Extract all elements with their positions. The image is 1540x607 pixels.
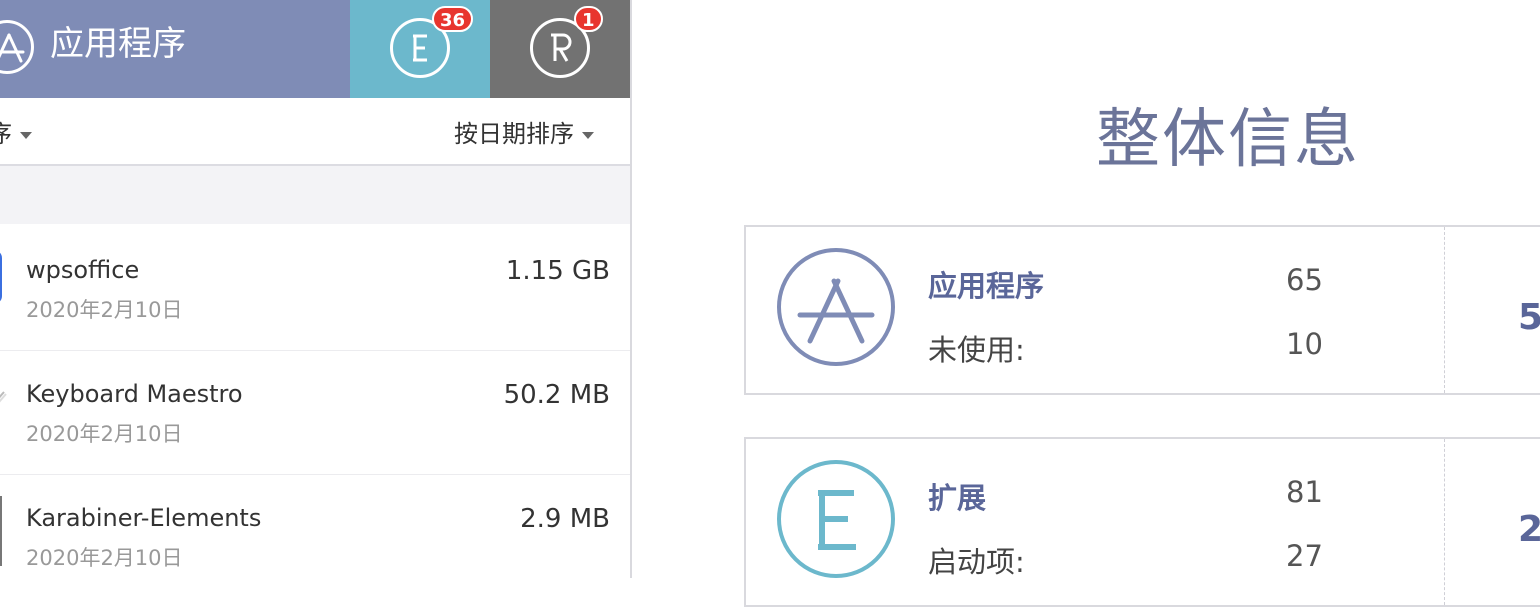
- list-item[interactable]: Keyboard Maestro 2020年2月10日 50.2 MB: [0, 350, 630, 475]
- karabiner-app-icon: [0, 496, 2, 566]
- extensions-label: 扩展: [928, 481, 987, 515]
- applications-label: 应用程序: [928, 269, 1045, 303]
- list-item[interactable]: wpsoffice 2020年2月10日 1.15 GB: [0, 226, 630, 351]
- extensions-count: 81: [1286, 475, 1323, 509]
- sort-by-name-dropdown[interactable]: 序: [0, 114, 32, 149]
- keyboard-maestro-app-icon: [0, 386, 8, 426]
- category-tab-bar: 应用程序 36 1: [0, 0, 630, 98]
- sort-by-date-label: 按日期排序: [454, 120, 574, 148]
- tab-applications[interactable]: 应用程序: [0, 0, 350, 98]
- applications-total-size: 58.: [1518, 297, 1540, 338]
- overview-title: 整体信息: [1096, 103, 1360, 177]
- app-size: 2.9 MB: [520, 504, 610, 534]
- sort-by-date-dropdown[interactable]: 按日期排序: [454, 114, 594, 149]
- remains-count-badge: 1: [574, 6, 603, 32]
- panel-divider: [630, 0, 632, 578]
- wpsoffice-app-icon: [0, 250, 2, 304]
- extensions-summary-card: 扩展 81 启动项: 27 291: [744, 437, 1540, 607]
- app-name: Karabiner-Elements: [26, 504, 262, 532]
- app-size: 1.15 GB: [505, 256, 610, 286]
- app-name: Keyboard Maestro: [26, 380, 243, 408]
- tab-applications-label: 应用程序: [50, 24, 186, 64]
- chevron-down-icon: [582, 131, 594, 139]
- list-item[interactable]: Karabiner-Elements 2020年2月10日 2.9 MB: [0, 474, 630, 578]
- app-date: 2020年2月10日: [26, 422, 183, 446]
- unused-count: 10: [1286, 327, 1323, 361]
- chevron-down-icon: [20, 131, 32, 139]
- extensions-count-badge: 36: [432, 6, 474, 32]
- startup-items-label: 启动项:: [928, 545, 1025, 579]
- applications-count: 65: [1286, 263, 1323, 297]
- sort-bar: 序 按日期排序: [0, 98, 630, 166]
- applications-summary-card: 应用程序 65 未使用: 10 58.: [744, 225, 1540, 395]
- sort-by-name-label: 序: [0, 120, 12, 148]
- tab-remains[interactable]: 1: [490, 0, 630, 98]
- tab-extensions[interactable]: 36: [350, 0, 490, 98]
- group-header: [0, 166, 630, 224]
- app-size: 50.2 MB: [503, 380, 610, 410]
- app-store-icon: [0, 20, 34, 74]
- app-list-panel: 应用程序 36 1 按日期排序 wpsoffice 2020年2月10日 1.1…: [0, 0, 630, 578]
- card-divider: [1444, 439, 1445, 605]
- app-date: 2020年2月10日: [26, 298, 183, 322]
- app-name: wpsoffice: [26, 256, 140, 284]
- extensions-icon: [777, 460, 895, 578]
- app-date: 2020年2月10日: [26, 546, 183, 570]
- card-divider: [1444, 227, 1445, 393]
- unused-label: 未使用:: [928, 333, 1025, 367]
- extensions-total-size: 291: [1518, 509, 1540, 550]
- startup-items-count: 27: [1286, 539, 1323, 573]
- app-store-icon: [777, 248, 895, 366]
